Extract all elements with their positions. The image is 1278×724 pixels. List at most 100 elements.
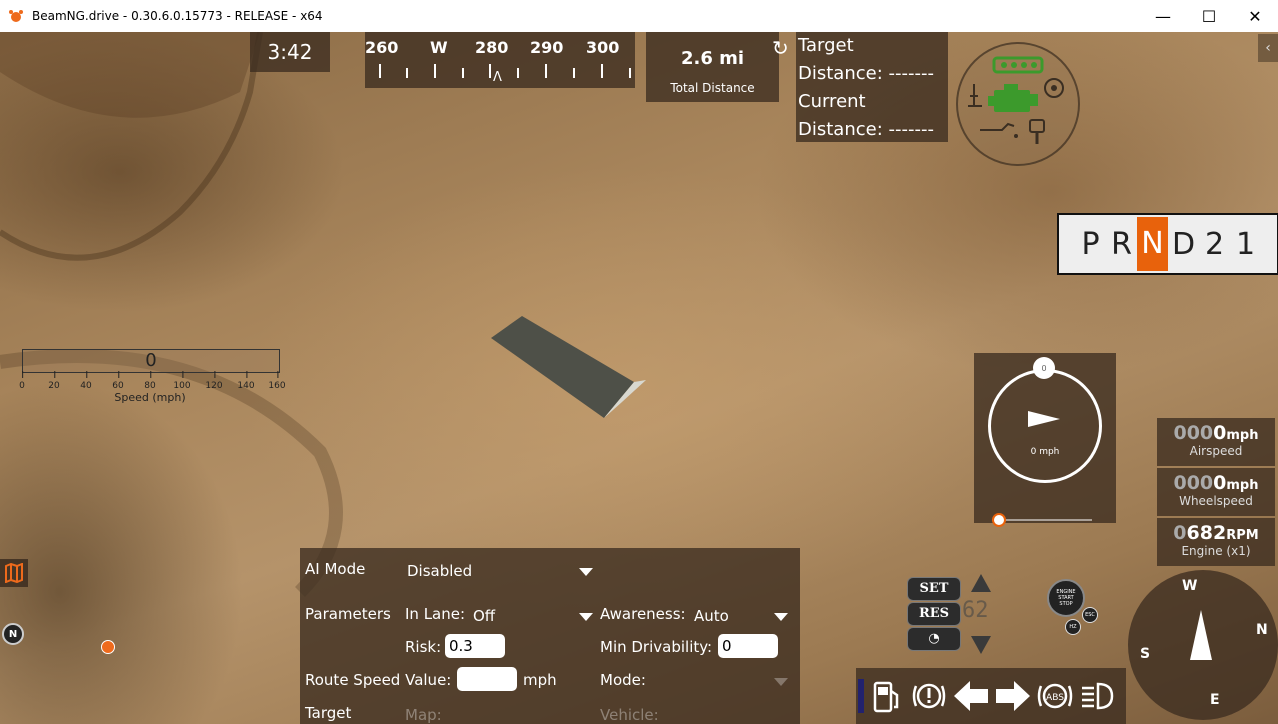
- turn-left-icon: [952, 677, 990, 715]
- player-position-marker: [101, 640, 115, 654]
- route-speed-label: Route Speed Value:: [305, 671, 452, 689]
- minimap-compass: W N E S: [1128, 570, 1278, 720]
- ai-mode-select[interactable]: Disabled: [407, 562, 472, 580]
- engine-start-stop-button[interactable]: ENGINE START STOP: [1047, 579, 1085, 617]
- oil-icon: [980, 122, 1018, 138]
- speedometer-icon: ◔: [928, 631, 940, 646]
- gear-2: 2: [1204, 226, 1225, 262]
- wheelspeed-dim: 000: [1173, 472, 1214, 494]
- map-icon: [5, 563, 23, 583]
- compass-tick: [489, 64, 491, 78]
- speed-bar: 0: [22, 349, 280, 373]
- gear-1: 1: [1235, 226, 1256, 262]
- piston-icon: [1029, 119, 1045, 144]
- compass-tick: [434, 64, 436, 78]
- risk-input[interactable]: 0.3: [445, 634, 505, 658]
- current-label: Current: [798, 91, 866, 112]
- speed-bar-label: Speed (mph): [114, 391, 186, 404]
- speed-bar-value: 0: [145, 350, 157, 371]
- hz-button[interactable]: HZ: [1065, 619, 1081, 635]
- cruise-speed-display: 62: [962, 598, 989, 623]
- heading-arrow-icon: [1028, 411, 1060, 427]
- refresh-icon[interactable]: ↻: [772, 34, 789, 62]
- chevron-down-icon[interactable]: [579, 613, 593, 621]
- powertrain-status: [956, 42, 1080, 166]
- cruise-speedometer-button[interactable]: ◔: [907, 627, 961, 651]
- compass-tick: [406, 68, 408, 78]
- start-stop-line: STOP: [1059, 601, 1073, 607]
- cruise-res-button[interactable]: RES: [907, 602, 961, 626]
- compass-tick: [629, 68, 631, 78]
- compass-pointer: Λ: [493, 70, 502, 85]
- speed-tick: 160: [268, 371, 286, 391]
- rpm-unit: RPM: [1226, 528, 1259, 543]
- cruise-up-arrow-icon[interactable]: [971, 574, 991, 592]
- compass-label-w: W: [430, 38, 448, 57]
- speed-bar-ticks: 0 20 40 60 80 100 120 140 160: [19, 371, 286, 391]
- ai-mode-label: AI Mode: [305, 560, 366, 578]
- esc-button[interactable]: ESC: [1082, 607, 1098, 623]
- total-distance-label: Total Distance: [670, 81, 755, 95]
- game-clock: 3:42: [250, 32, 330, 72]
- chevron-down-icon[interactable]: [774, 678, 788, 686]
- in-lane-label: In Lane:: [405, 605, 466, 623]
- speed-tick: 140: [237, 371, 255, 391]
- compass-needle-icon: [1190, 610, 1212, 660]
- awareness-select[interactable]: Auto: [694, 607, 729, 625]
- compass-tick: [517, 68, 519, 78]
- speed-tick: 100: [173, 371, 191, 391]
- compass-n: N: [1256, 622, 1268, 638]
- airspeed-label: Airspeed: [1189, 444, 1243, 458]
- wheelspeed-unit: mph: [1226, 478, 1259, 493]
- compass-tick: [573, 68, 575, 78]
- speed-tick: 20: [48, 371, 60, 391]
- chevron-down-icon[interactable]: [774, 613, 788, 621]
- turbo-icon: [1044, 78, 1064, 98]
- gear-r: R: [1111, 226, 1132, 262]
- speed-tick: 60: [112, 371, 124, 391]
- airspeed-dim: 000: [1173, 422, 1214, 444]
- min-drivability-input[interactable]: 0: [718, 634, 778, 658]
- wheelspeed-readout: 0000mph Wheelspeed: [1157, 468, 1275, 516]
- compass-label-260: 260: [365, 38, 399, 57]
- compass-tick: [379, 64, 381, 78]
- compass-e: E: [1210, 692, 1220, 708]
- maximize-button[interactable]: ☐: [1186, 0, 1232, 32]
- target-label: Target: [305, 704, 352, 722]
- gauge-knob: 0: [1033, 357, 1055, 379]
- abs-icon: ABS: [1036, 677, 1074, 715]
- cruise-down-arrow-icon[interactable]: [971, 636, 991, 654]
- speed-tick: 40: [80, 371, 92, 391]
- powertrain-icons: [968, 56, 1064, 144]
- minimize-button[interactable]: —: [1140, 0, 1186, 32]
- rpm-value: 682: [1186, 522, 1227, 544]
- close-button[interactable]: ✕: [1232, 0, 1278, 32]
- cruise-set-button[interactable]: SET: [907, 577, 961, 601]
- speed-tick: 80: [144, 371, 156, 391]
- route-speed-input[interactable]: [457, 667, 517, 691]
- beamng-logo-icon: [9, 10, 23, 22]
- gear-d: D: [1171, 226, 1196, 262]
- gauge-readout: 0 mph: [1030, 447, 1060, 457]
- gear-p: P: [1081, 226, 1100, 262]
- target-distance: Distance: -------: [798, 63, 934, 84]
- side-panel-toggle[interactable]: ‹: [1258, 34, 1278, 62]
- gear-selector: P R N D 2 1: [1057, 213, 1278, 275]
- speed-tick: 120: [205, 371, 223, 391]
- brake-warning-icon: [910, 677, 948, 715]
- svg-text:ABS: ABS: [1046, 693, 1064, 703]
- rpm-label: Engine (x1): [1181, 544, 1251, 558]
- map-toggle-button[interactable]: [0, 559, 28, 587]
- airspeed-unit: mph: [1226, 428, 1259, 443]
- in-lane-select[interactable]: Off: [473, 607, 495, 625]
- speed-tick: 0: [19, 371, 25, 391]
- current-distance: Distance: -------: [798, 119, 934, 140]
- chevron-down-icon[interactable]: [579, 568, 593, 576]
- gauge-slider-handle[interactable]: [992, 513, 1006, 527]
- gear-n-active: N: [1137, 217, 1168, 271]
- compass-label-280: 280: [475, 38, 509, 57]
- ai-control-panel: AI Mode Disabled Parameters In Lane: Off…: [300, 548, 800, 724]
- wheelspeed-label: Wheelspeed: [1179, 494, 1253, 508]
- wheelspeed-value: 0: [1213, 472, 1227, 494]
- min-drivability-label: Min Drivability:: [600, 638, 713, 656]
